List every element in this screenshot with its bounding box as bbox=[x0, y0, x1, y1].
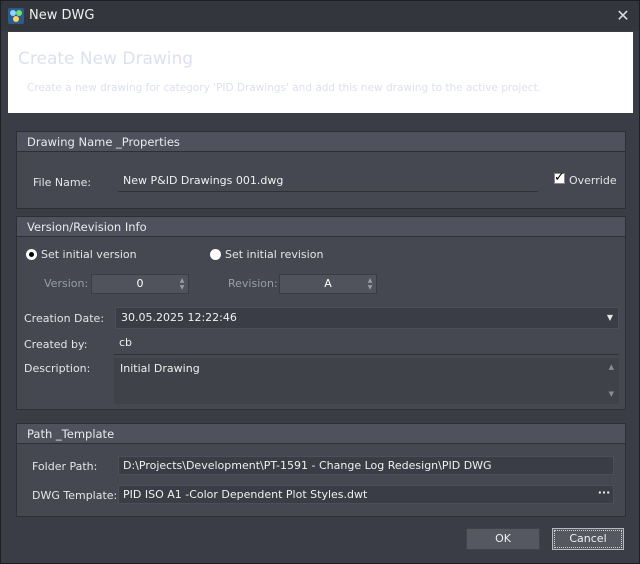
radio-initial-revision-label: Set initial revision bbox=[225, 248, 324, 261]
version-stepper[interactable]: 0 ▲ ▼ bbox=[91, 274, 189, 294]
creation-date-label: Creation Date: bbox=[24, 312, 105, 325]
window-title: New DWG bbox=[29, 8, 95, 23]
created-by-input[interactable]: cb bbox=[114, 333, 619, 355]
group-header: Version/Revision Info bbox=[17, 217, 625, 237]
description-value: Initial Drawing bbox=[120, 362, 200, 375]
dwg-template-label: DWG Template: bbox=[32, 489, 118, 502]
drawing-name-group: Drawing Name _Properties File Name: New … bbox=[16, 131, 626, 209]
description-textarea[interactable]: Initial Drawing ▲ ▼ bbox=[114, 358, 619, 404]
radio-initial-version-label: Set initial version bbox=[41, 248, 137, 261]
path-template-group: Path _Template Folder Path: D:\Projects\… bbox=[16, 423, 626, 517]
override-checkbox[interactable]: ✓ bbox=[554, 170, 565, 185]
folder-path-label: Folder Path: bbox=[32, 460, 98, 473]
radio-initial-revision[interactable] bbox=[210, 249, 221, 260]
version-revision-group: Version/Revision Info Set initial versio… bbox=[16, 216, 626, 410]
radio-initial-version[interactable] bbox=[26, 249, 37, 260]
spin-arrows-icon[interactable]: ▲ ▼ bbox=[178, 277, 186, 291]
spin-arrows-icon[interactable]: ▲ ▼ bbox=[366, 277, 374, 291]
creation-date-picker[interactable]: 30.05.2025 12:22:46 ▼ bbox=[115, 307, 619, 329]
override-label: Override bbox=[569, 174, 617, 187]
ellipsis-icon[interactable]: ··· bbox=[597, 487, 611, 503]
revision-value: A bbox=[324, 277, 332, 290]
banner-title: Create New Drawing bbox=[18, 49, 194, 69]
description-label: Description: bbox=[24, 362, 91, 375]
group-title: Path _Template bbox=[27, 427, 115, 441]
close-icon[interactable]: ✕ bbox=[613, 6, 633, 26]
new-dwg-dialog: New DWG ✕ Create New Drawing Create a ne… bbox=[0, 0, 640, 564]
version-label: Version: bbox=[44, 277, 89, 290]
title-bar[interactable]: New DWG ✕ bbox=[1, 1, 639, 31]
group-title: Version/Revision Info bbox=[27, 220, 147, 234]
group-header: Path _Template bbox=[17, 424, 625, 444]
dwg-template-value: PID ISO A1 -Color Dependent Plot Styles.… bbox=[123, 488, 368, 501]
revision-stepper[interactable]: A ▲ ▼ bbox=[279, 274, 377, 294]
folder-path-input[interactable]: D:\Projects\Development\PT-1591 - Change… bbox=[118, 456, 614, 475]
scroll-up-icon[interactable]: ▲ bbox=[609, 363, 614, 371]
banner-subtitle: Create a new drawing for category 'PID D… bbox=[27, 82, 542, 94]
cancel-button[interactable]: Cancel bbox=[552, 528, 624, 550]
header-banner: Create New Drawing Create a new drawing … bbox=[8, 32, 633, 113]
revision-label: Revision: bbox=[228, 277, 278, 290]
group-title: Drawing Name _Properties bbox=[27, 135, 180, 149]
file-name-input[interactable]: New P&ID Drawings 001.dwg bbox=[118, 171, 538, 192]
dwg-template-input[interactable]: PID ISO A1 -Color Dependent Plot Styles.… bbox=[118, 485, 614, 504]
checkmark-icon: ✓ bbox=[554, 170, 565, 185]
chevron-down-icon[interactable]: ▼ bbox=[607, 313, 613, 322]
dwg-app-icon bbox=[8, 8, 24, 24]
version-value: 0 bbox=[136, 277, 144, 290]
file-name-label: File Name: bbox=[33, 176, 92, 189]
scroll-down-icon[interactable]: ▼ bbox=[609, 390, 614, 398]
ok-button[interactable]: OK bbox=[466, 528, 540, 550]
creation-date-value: 30.05.2025 12:22:46 bbox=[121, 311, 237, 324]
group-header: Drawing Name _Properties bbox=[17, 132, 625, 152]
created-by-label: Created by: bbox=[24, 338, 88, 351]
